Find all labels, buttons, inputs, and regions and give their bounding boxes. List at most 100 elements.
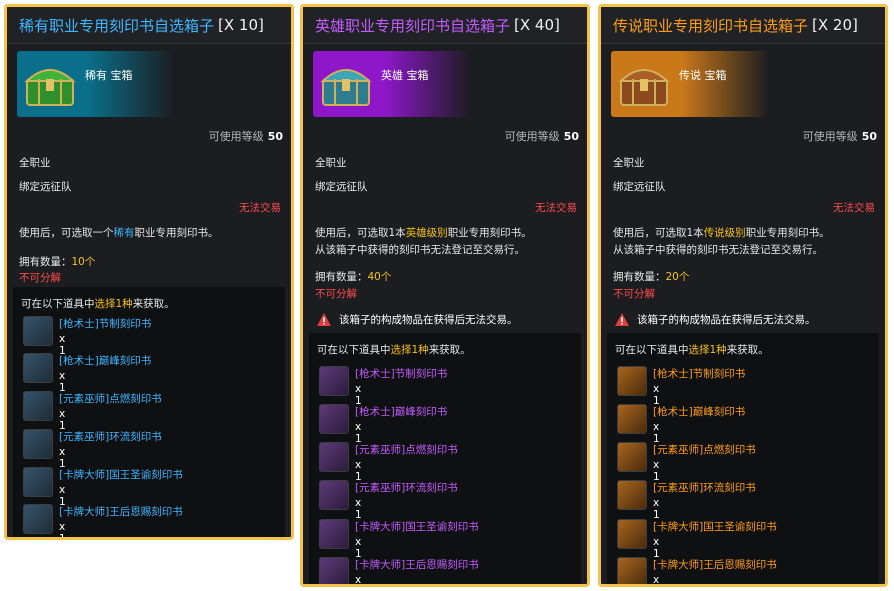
grade-label: 传说 宝箱 [679,69,727,82]
tooltip-header: 传说职业专用刻印书自选箱子 [X 20] [601,7,885,44]
item-count: x 1 [653,497,660,521]
dismantle-status: 不可分解 [315,288,357,300]
engraving-book-icon [319,480,349,510]
choose-highlight: 选择1种 [94,298,133,310]
engraving-book-icon [23,429,53,459]
engraving-book-icon [319,557,349,584]
engraving-book-icon [23,316,53,346]
choose-suffix: 来获取。 [132,298,175,310]
warning-text: 该箱子的构成物品在获得后无法交易。 [637,314,816,326]
description-line-2: 从该箱子中获得的刻印书无法登记至交易行。 [315,244,525,256]
engraving-book-icon [23,391,53,421]
engraving-book-icon [617,557,647,584]
desc-highlight: 英雄级别 [405,227,448,239]
item-tooltip-epic: 英雄职业专用刻印书自选箱子 [X 40] 英雄 宝箱 可使用等级 50 全职业 绑… [300,4,590,587]
engraving-book-icon [617,480,647,510]
level-label: 可使用等级 [504,130,560,143]
level-label: 可使用等级 [208,130,264,143]
desc-suffix: 职业专用刻印书。 [745,227,830,239]
owned-count: 拥有数量：40个 [315,269,391,284]
description: 使用后，可选取1本传说级别职业专用刻印书。 [613,225,830,240]
level-value: 50 [563,130,579,143]
desc-prefix: 使用后，可选取1本 [613,227,704,239]
description: 使用后，可选取一个稀有职业专用刻印书。 [19,225,219,240]
owned-value: 40个 [367,271,392,283]
treasure-chest-icon [320,69,372,106]
choose-instruction: 可在以下道具中选择1种来获取。 [317,342,581,357]
warning-icon [615,313,629,326]
desc-prefix: 使用后，可选取1本 [315,227,406,239]
choose-highlight: 选择1种 [688,344,727,356]
item-name: [卡牌大师]王后恩赐刻印书 [355,559,479,571]
engraving-book-icon [617,519,647,549]
desc-highlight: 稀有 [113,227,135,239]
choose-highlight: 选择1种 [390,344,429,356]
class-restriction: 全职业 [19,157,51,169]
bind-status: 绑定远征队 [315,181,368,193]
tooltip-title: 传说职业专用刻印书自选箱子 [613,16,809,35]
item-name: [枪术士]巅峰刻印书 [355,406,448,418]
stack-count: [X 20] [812,16,858,34]
class-restriction: 全职业 [613,157,645,169]
owned-count: 拥有数量：20个 [613,269,689,284]
item-name: [卡牌大师]王后恩赐刻印书 [653,559,777,571]
level-label: 可使用等级 [802,130,858,143]
level-value: 50 [267,130,283,143]
choose-instruction: 可在以下道具中选择1种来获取。 [21,296,285,311]
bind-status: 绑定远征队 [19,181,72,193]
level-value: 50 [861,130,877,143]
tooltip-header: 稀有职业专用刻印书自选箱子 [X 10] [7,7,291,44]
item-count: x 1 [653,574,660,586]
trade-restriction: 无法交易 [833,202,875,214]
stack-count: [X 10] [218,16,264,34]
selectable-items-panel: 可在以下道具中选择1种来获取。 [枪术士]节制刻印书 x 1 [枪术士]巅峰刻印书… [309,333,581,584]
selectable-items-panel: 可在以下道具中选择1种来获取。 [枪术士]节制刻印书 x 1 [枪术士]巅峰刻印书… [13,287,285,537]
item-name: [枪术士]节制刻印书 [59,318,152,330]
item-name: [元素巫师]环流刻印书 [653,482,756,494]
trade-warning: 该箱子的构成物品在获得后无法交易。 [317,312,518,327]
level-requirement: 可使用等级 50 [803,128,877,144]
engraving-book-icon [23,353,53,383]
owned-value: 10个 [71,256,96,268]
desc-suffix: 职业专用刻印书。 [447,227,532,239]
dismantle-status: 不可分解 [19,272,61,284]
tooltip-title: 稀有职业专用刻印书自选箱子 [19,16,215,35]
warning-text: 该箱子的构成物品在获得后无法交易。 [339,314,518,326]
grade-label: 稀有 宝箱 [85,69,133,82]
engraving-book-icon [319,404,349,434]
engraving-book-icon [319,519,349,549]
stack-count: [X 40] [514,16,560,34]
tooltip-header: 英雄职业专用刻印书自选箱子 [X 40] [303,7,587,44]
owned-label: 拥有数量： [19,256,72,268]
tooltip-title: 英雄职业专用刻印书自选箱子 [315,16,511,35]
description-line-2: 从该箱子中获得的刻印书无法登记至交易行。 [613,244,823,256]
treasure-chest-icon [618,69,670,106]
engraving-book-icon [617,366,647,396]
choose-suffix: 来获取。 [428,344,471,356]
item-name: [元素巫师]环流刻印书 [59,431,162,443]
dismantle-status: 不可分解 [613,288,655,300]
level-requirement: 可使用等级 50 [209,128,283,144]
item-count: x 1 [355,574,362,586]
item-name: [卡牌大师]国王圣谕刻印书 [59,469,183,481]
choose-prefix: 可在以下道具中 [317,344,391,356]
item-count: x 1 [355,497,362,521]
desc-highlight: 传说级别 [703,227,746,239]
choose-suffix: 来获取。 [726,344,769,356]
item-name: [枪术士]节制刻印书 [355,368,448,380]
choose-prefix: 可在以下道具中 [21,298,95,310]
treasure-chest-icon [24,69,76,106]
class-restriction: 全职业 [315,157,347,169]
level-requirement: 可使用等级 50 [505,128,579,144]
item-name: [卡牌大师]国王圣谕刻印书 [355,521,479,533]
engraving-book-icon [23,467,53,497]
bind-status: 绑定远征队 [613,181,666,193]
owned-value: 20个 [665,271,690,283]
item-name: [卡牌大师]国王圣谕刻印书 [653,521,777,533]
owned-label: 拥有数量： [613,271,666,283]
item-tooltip-legendary: 传说职业专用刻印书自选箱子 [X 20] 传说 宝箱 可使用等级 50 全职业 绑… [598,4,888,587]
engraving-book-icon [617,404,647,434]
item-name: [元素巫师]点燃刻印书 [653,444,756,456]
trade-restriction: 无法交易 [239,202,281,214]
engraving-book-icon [23,504,53,534]
